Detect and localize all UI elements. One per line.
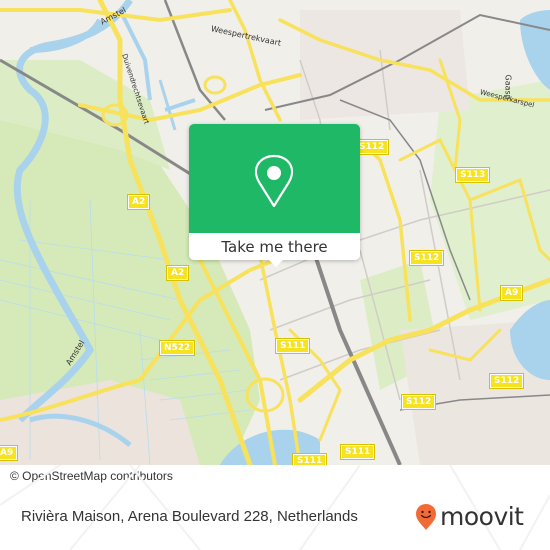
- take-me-there-button[interactable]: Take me there: [189, 233, 360, 260]
- road-shield-s111: S111: [274, 338, 311, 354]
- popup-header: [189, 124, 360, 233]
- moovit-logo[interactable]: moovit: [415, 503, 524, 531]
- road-shield-a9: A9: [499, 285, 524, 301]
- location-popup[interactable]: Take me there: [189, 124, 360, 260]
- place-address: Rivièra Maison, Arena Boulevard 228, Net…: [21, 508, 358, 525]
- road-shield-a2: A2: [165, 265, 190, 281]
- road-shield-s111: S111: [339, 444, 376, 460]
- road-shield-a2: A2: [126, 194, 151, 210]
- road-shield-s112: S112: [488, 373, 525, 389]
- lake: [520, 10, 550, 90]
- road-shield-s111: S111: [291, 453, 328, 465]
- moovit-smiley-pin-icon: [416, 504, 436, 530]
- green-area: [430, 80, 550, 320]
- map-view[interactable]: Amstel Duivendrechtsevaart Weespertrekva…: [0, 0, 550, 465]
- interchange: [203, 75, 227, 95]
- road-shield-s113: S113: [454, 167, 491, 183]
- road-shield-n522: N522: [158, 340, 196, 356]
- moovit-wordmark: moovit: [440, 502, 524, 531]
- map-pin-icon: [254, 154, 294, 208]
- road-shield-s112: S112: [400, 394, 437, 410]
- popup-pointer: [268, 259, 284, 267]
- urban-area: [300, 10, 470, 120]
- road-shield-s112: S112: [408, 250, 445, 266]
- road-shield-a9: A9: [0, 445, 19, 461]
